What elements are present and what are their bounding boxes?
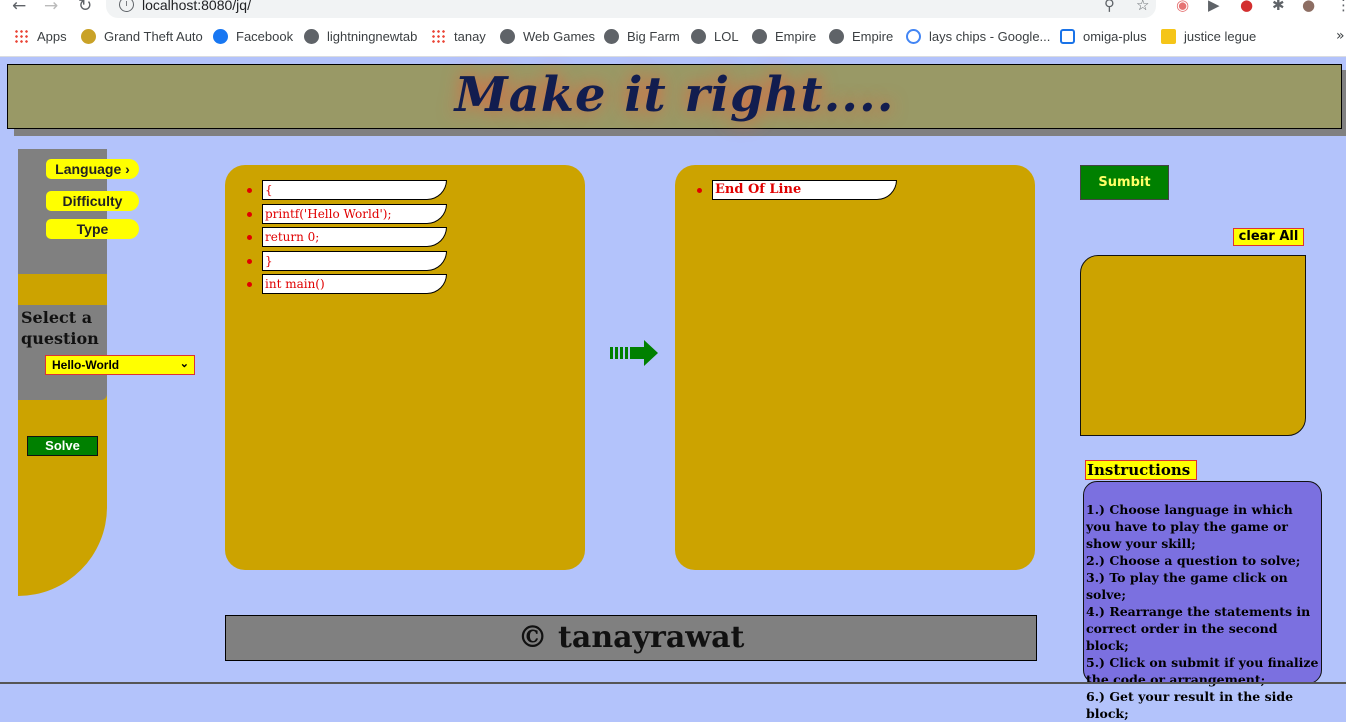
puzzle-icon[interactable]: ✱ (1272, 0, 1285, 14)
list-bullet (247, 188, 252, 193)
omiga-icon (1060, 29, 1075, 44)
code-statement[interactable]: int main() (262, 274, 447, 294)
site-title: Make it right.... (454, 67, 895, 123)
facebook-icon (213, 29, 228, 44)
code-statement[interactable]: return 0; (262, 227, 447, 247)
imdb-icon (1161, 29, 1176, 44)
list-bullet (247, 282, 252, 287)
list-bullet (247, 235, 252, 240)
question-select[interactable]: Hello-World ⌄ (45, 355, 195, 375)
list-bullet (247, 258, 252, 264)
bookmark-apps[interactable]: Apps (14, 29, 67, 44)
bookmark-lightningnewtab[interactable]: lightningnewtab (304, 29, 417, 44)
instructions-title: Instructions (1085, 460, 1197, 480)
back-icon[interactable]: ← (12, 0, 26, 16)
footer-copyright: © tanayrawat (225, 615, 1037, 661)
instruction-line: 1.) Choose language in which you have to… (1086, 502, 1293, 551)
source-block (225, 165, 585, 570)
menu-icon[interactable]: ⋮ (1336, 0, 1346, 14)
target-block (675, 165, 1035, 570)
arrow-right-icon (610, 340, 658, 366)
code-statement[interactable]: End Of Line (712, 180, 897, 200)
submit-button[interactable]: Sumbit (1080, 165, 1169, 200)
bookmark-empire-2[interactable]: Empire (829, 29, 893, 44)
select-question-label: Select a question (21, 308, 99, 348)
code-statement[interactable]: { (262, 180, 447, 200)
bookmark-big-farm[interactable]: Big Farm (604, 29, 680, 44)
instruction-line: 4.) Rearrange the statements in correct … (1086, 604, 1311, 653)
solve-button[interactable]: Solve (27, 436, 98, 456)
bookmarks-bar: Apps Grand Theft Auto Facebook lightning… (0, 18, 1346, 57)
bookmark-empire[interactable]: Empire (752, 29, 816, 44)
gta-icon (81, 29, 96, 44)
bookmark-facebook[interactable]: Facebook (213, 29, 293, 44)
extension-icon[interactable]: ● (1240, 0, 1253, 14)
instruction-line: 2.) Choose a question to solve; (1086, 553, 1301, 568)
site-header: Make it right.... (7, 64, 1342, 129)
bookmark-gta[interactable]: Grand Theft Auto (81, 29, 203, 44)
bookmark-tanay[interactable]: tanay (431, 29, 486, 44)
extension-icon[interactable]: ◉ (1176, 0, 1189, 14)
google-icon (906, 29, 921, 44)
instruction-line: 6.) Get your result in the side block; (1086, 689, 1294, 721)
play-icon[interactable]: ▶ (1208, 0, 1220, 14)
language-menu-button[interactable]: Language › (46, 159, 139, 179)
globe-icon (752, 29, 767, 44)
bookmark-omiga-plus[interactable]: omiga-plus (1060, 29, 1147, 44)
url-text[interactable]: localhost:8080/jq/ (142, 0, 251, 13)
address-bar[interactable] (106, 0, 1156, 18)
globe-icon (691, 29, 706, 44)
type-menu-button[interactable]: Type (46, 219, 139, 239)
result-panel (1080, 255, 1306, 436)
bookmark-justice-legue[interactable]: justice legue (1161, 29, 1256, 44)
globe-icon (604, 29, 619, 44)
apps-grid-icon (431, 29, 446, 44)
globe-icon (500, 29, 515, 44)
list-bullet (247, 211, 252, 217)
browser-toolbar: ← → ↻ i localhost:8080/jq/ ⚲ ☆ ◉ ▶ ● ✱ ●… (0, 0, 1346, 18)
bookmark-web-games[interactable]: Web Games (500, 29, 595, 44)
reload-icon[interactable]: ↻ (78, 0, 92, 16)
instructions-panel: 1.) Choose language in which you have to… (1083, 481, 1322, 721)
zoom-icon[interactable]: ⚲ (1104, 0, 1115, 14)
bookmark-lol[interactable]: LOL (691, 29, 739, 44)
clear-all-button[interactable]: clear All (1233, 228, 1304, 246)
globe-icon (304, 29, 319, 44)
forward-icon[interactable]: → (44, 0, 58, 16)
globe-icon (829, 29, 844, 44)
code-statement[interactable]: } (262, 250, 447, 271)
more-bookmarks-icon[interactable]: » (1336, 28, 1345, 44)
star-icon[interactable]: ☆ (1136, 0, 1149, 14)
chevron-down-icon: ⌄ (179, 358, 189, 370)
instruction-line: 3.) To play the game click on solve; (1086, 570, 1288, 602)
avatar[interactable]: ● (1302, 0, 1315, 14)
code-statement[interactable]: printf('Hello World'); (262, 203, 447, 224)
list-bullet (697, 188, 702, 193)
apps-grid-icon (14, 29, 29, 44)
difficulty-menu-button[interactable]: Difficulty (46, 191, 139, 211)
bookmark-lays-chips[interactable]: lays chips - Google... (906, 29, 1050, 44)
